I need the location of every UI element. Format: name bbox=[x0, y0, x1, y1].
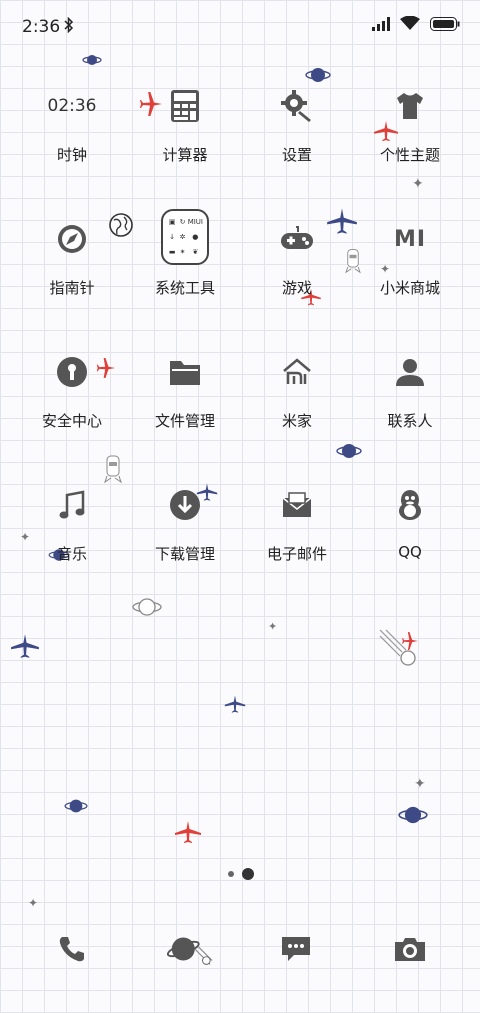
planet-outline-decoration-icon bbox=[132, 594, 162, 624]
clock-icon: 02:36 bbox=[47, 96, 97, 116]
mini-app-icon: ▬ bbox=[168, 247, 176, 256]
app-settings[interactable]: 设置 bbox=[237, 82, 357, 192]
download-icon bbox=[161, 481, 209, 529]
app-label: 系统工具 bbox=[154, 279, 215, 297]
app-label: 下载管理 bbox=[154, 545, 215, 563]
app-games[interactable]: 游戏 bbox=[237, 215, 357, 325]
music-note-icon bbox=[48, 481, 96, 529]
planet-icon[interactable] bbox=[166, 925, 214, 973]
app-calculator[interactable]: 计算器 bbox=[125, 82, 245, 192]
star-decoration-icon: ✦ bbox=[28, 896, 39, 910]
app-system-tools-folder[interactable]: ▣ ↻ MIUI ↓ ✲ ● ▬ ✶ ❦ 系统工具 bbox=[125, 209, 245, 325]
planet-decoration-icon bbox=[82, 52, 102, 72]
page-dot-active[interactable] bbox=[242, 868, 254, 880]
app-email[interactable]: 电子邮件 bbox=[237, 481, 357, 591]
star-decoration-icon: ✦ bbox=[268, 620, 278, 633]
signal-icon bbox=[372, 16, 390, 35]
app-compass[interactable]: 指南针 bbox=[12, 215, 132, 325]
app-label: 电子邮件 bbox=[266, 545, 327, 563]
page-indicator[interactable] bbox=[228, 868, 254, 880]
home-icon bbox=[273, 348, 321, 396]
status-time: 2:36 bbox=[22, 17, 61, 37]
page-dot[interactable] bbox=[228, 871, 234, 877]
app-row: 指南针 ▣ ↻ MIUI ↓ ✲ ● ▬ ✶ ❦ 系统工具 游戏 MI 小米商城 bbox=[0, 209, 480, 325]
app-label: 安全中心 bbox=[41, 412, 102, 430]
shirt-icon bbox=[386, 82, 434, 130]
app-label: 联系人 bbox=[387, 412, 433, 430]
app-label: 游戏 bbox=[281, 279, 312, 297]
penguin-icon bbox=[386, 481, 434, 529]
person-icon bbox=[386, 348, 434, 396]
mini-app-label: MIUI bbox=[187, 218, 203, 227]
app-mi-home[interactable]: 米家 bbox=[237, 348, 357, 458]
mail-icon bbox=[273, 481, 321, 529]
app-label: 设置 bbox=[281, 146, 312, 164]
app-downloads[interactable]: 下载管理 bbox=[125, 481, 245, 591]
phone-icon[interactable] bbox=[48, 925, 96, 973]
mini-app-icon: ↓ bbox=[169, 232, 176, 241]
gear-icon bbox=[273, 82, 321, 130]
chat-bubble-icon[interactable] bbox=[272, 925, 320, 973]
status-bar: 2:36 bbox=[0, 0, 480, 52]
app-label: 小米商城 bbox=[379, 279, 440, 297]
folder-open-icon bbox=[161, 348, 209, 396]
star-decoration-icon: ✦ bbox=[414, 776, 426, 792]
app-label: 米家 bbox=[281, 412, 312, 430]
plane-decoration-icon bbox=[224, 694, 246, 718]
app-security[interactable]: 安全中心 bbox=[12, 348, 132, 458]
mini-app-icon: ✲ bbox=[179, 232, 186, 241]
mini-app-icon: ▣ bbox=[168, 218, 176, 227]
app-themes[interactable]: 个性主题 bbox=[350, 82, 470, 192]
app-label: QQ bbox=[398, 543, 422, 561]
folder-icon: ▣ ↻ MIUI ↓ ✲ ● ▬ ✶ ❦ bbox=[161, 209, 209, 265]
mi-logo-icon: MI bbox=[393, 226, 427, 252]
plane-decoration-icon bbox=[174, 820, 202, 848]
wifi-icon bbox=[400, 15, 420, 35]
camera-icon[interactable] bbox=[386, 925, 434, 973]
planet-decoration-icon bbox=[64, 796, 88, 820]
app-label: 时钟 bbox=[56, 146, 87, 164]
app-qq[interactable]: QQ bbox=[350, 481, 470, 591]
app-clock[interactable]: 02:36 时钟 bbox=[12, 82, 132, 192]
shield-icon bbox=[48, 348, 96, 396]
app-file-manager[interactable]: 文件管理 bbox=[125, 348, 245, 458]
dock bbox=[0, 925, 480, 973]
bluetooth-icon bbox=[64, 16, 74, 37]
plane-decoration-icon bbox=[400, 631, 420, 654]
app-row: 音乐 下载管理 电子邮件 QQ bbox=[0, 481, 480, 591]
app-music[interactable]: 音乐 bbox=[12, 481, 132, 591]
app-row: 安全中心 文件管理 米家 联系人 bbox=[0, 348, 480, 458]
status-right-icons bbox=[372, 15, 460, 35]
app-label: 个性主题 bbox=[379, 146, 440, 164]
compass-icon bbox=[48, 215, 96, 263]
mini-app-icon: ❦ bbox=[192, 247, 199, 256]
app-label: 文件管理 bbox=[154, 412, 215, 430]
plane-decoration-icon bbox=[10, 632, 40, 664]
app-row: 02:36 时钟 计算器 设置 个性主题 bbox=[0, 82, 480, 192]
mini-app-icon: ✶ bbox=[179, 247, 186, 256]
gamepad-icon bbox=[273, 215, 321, 263]
app-label: 指南针 bbox=[49, 279, 95, 297]
mini-app-icon: ● bbox=[192, 232, 199, 241]
calculator-icon bbox=[161, 82, 209, 130]
app-label: 计算器 bbox=[162, 146, 208, 164]
app-contacts[interactable]: 联系人 bbox=[350, 348, 470, 458]
app-mi-store[interactable]: MI 小米商城 bbox=[350, 215, 470, 325]
battery-icon bbox=[430, 16, 460, 35]
app-label: 音乐 bbox=[56, 545, 87, 563]
mini-app-icon: ↻ bbox=[179, 218, 186, 227]
planet-decoration-icon bbox=[398, 802, 428, 832]
